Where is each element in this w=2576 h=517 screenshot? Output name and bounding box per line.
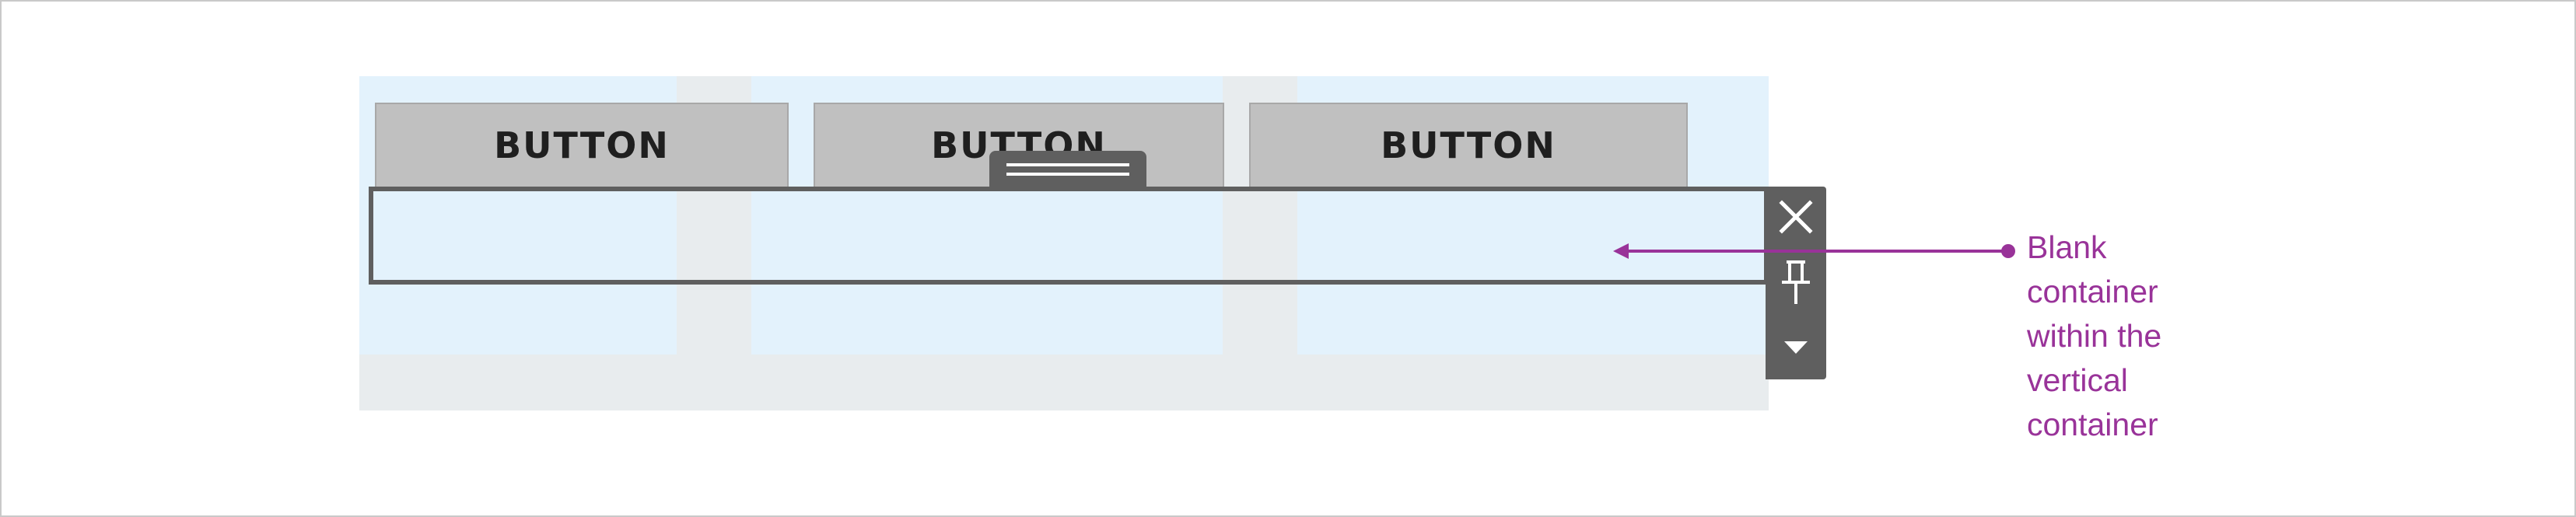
annotation-line-5: container bbox=[2027, 407, 2158, 442]
drag-handle-line bbox=[1006, 163, 1129, 166]
caret-down-icon bbox=[1784, 341, 1808, 354]
annotation-line-4: vertical bbox=[2027, 362, 2128, 398]
drag-handle[interactable] bbox=[989, 151, 1146, 187]
close-button[interactable] bbox=[1766, 187, 1826, 247]
button-1[interactable]: BUTTON bbox=[375, 103, 789, 188]
pin-icon bbox=[1782, 260, 1810, 304]
menu-button[interactable] bbox=[1766, 317, 1826, 378]
container-toolbar bbox=[1766, 187, 1826, 379]
annotation-line-1: Blank bbox=[2027, 229, 2107, 265]
close-icon bbox=[1779, 200, 1813, 234]
blank-container-selected[interactable] bbox=[369, 187, 1769, 285]
button-3[interactable]: BUTTON bbox=[1249, 103, 1688, 188]
drag-handle-line bbox=[1006, 173, 1129, 176]
pin-button[interactable] bbox=[1766, 252, 1826, 313]
annotation-line-2: container bbox=[2027, 274, 2158, 309]
annotation-label: Blank container within the vertical cont… bbox=[2027, 225, 2276, 447]
annotation-line-3: within the bbox=[2027, 318, 2162, 354]
